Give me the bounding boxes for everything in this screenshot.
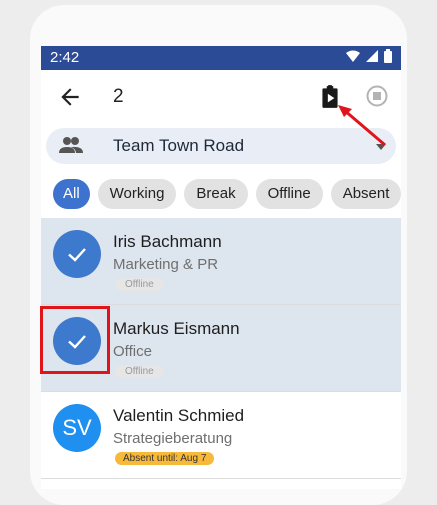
battery-icon — [384, 49, 392, 63]
member-department: Marketing & PR — [113, 256, 219, 273]
selected-avatar[interactable] — [53, 230, 101, 278]
status-badge: Offline — [115, 365, 164, 378]
member-name: Valentin Schmied — [113, 406, 245, 425]
filter-chip-offline[interactable]: Offline — [255, 179, 323, 209]
member-row[interactable]: SV Valentin Schmied Strategieberatung Ab… — [41, 392, 401, 479]
annotation-highlight-box — [40, 306, 110, 374]
member-name: Markus Eismann — [113, 319, 240, 338]
status-time: 2:42 — [50, 49, 80, 66]
status-bar: 2:42 — [41, 46, 401, 70]
initials-avatar[interactable]: SV — [53, 404, 101, 452]
member-department: Strategieberatung — [113, 430, 233, 447]
member-row[interactable]: Iris Bachmann Marketing & PR Offline — [41, 218, 401, 305]
selected-count: 2 — [113, 86, 124, 107]
member-department: Office — [113, 343, 152, 360]
filter-chip-all[interactable]: All — [53, 179, 90, 209]
member-name: Iris Bachmann — [113, 232, 222, 251]
filter-chip-working[interactable]: Working — [97, 179, 177, 209]
wifi-icon — [346, 50, 360, 62]
filter-chip-absent[interactable]: Absent — [330, 179, 401, 209]
status-filter-chips: All Working Break Offline Absent — [53, 179, 401, 209]
group-icon — [59, 137, 83, 153]
signal-icon — [366, 50, 378, 62]
filter-chip-break[interactable]: Break — [184, 179, 248, 209]
team-name: Team Town Road — [113, 136, 245, 155]
status-badge: Offline — [115, 278, 164, 291]
checkmark-icon — [68, 248, 86, 262]
back-arrow-icon[interactable] — [57, 84, 83, 110]
absence-badge: Absent until: Aug 7 — [115, 452, 215, 465]
annotation-arrow-icon — [338, 105, 386, 147]
